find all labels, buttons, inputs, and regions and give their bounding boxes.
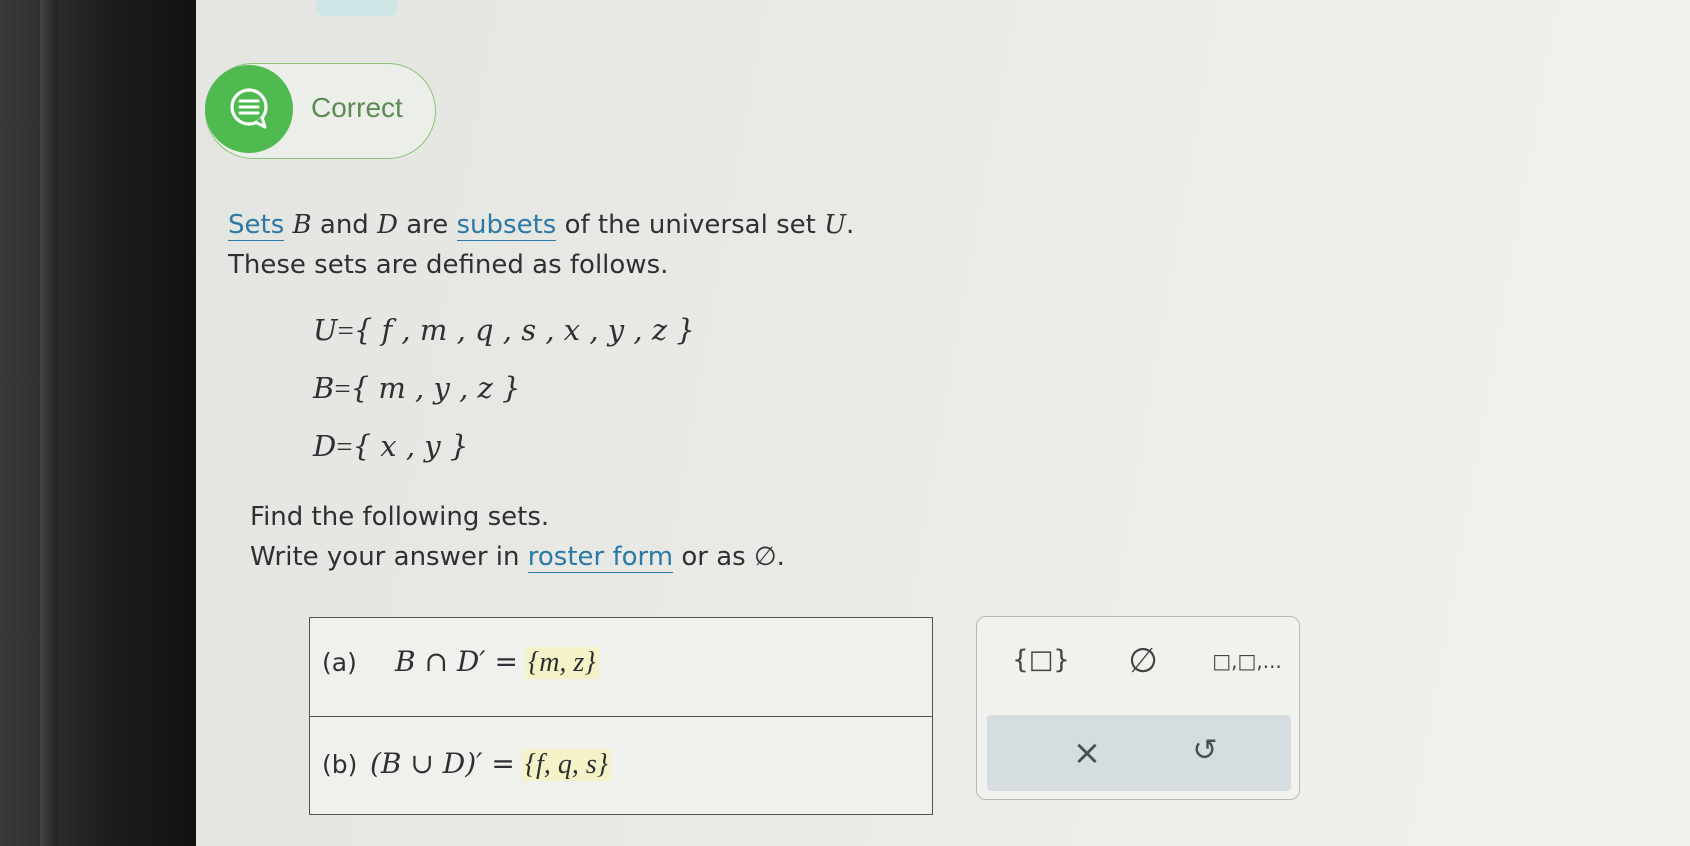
roster-form-link[interactable]: roster form (527, 542, 674, 573)
intro-line-1: Sets B and D are subsets of the universa… (228, 205, 854, 245)
answer-expression-text: (B ∪ D)′ = (370, 747, 515, 780)
problem-intro: Sets B and D are subsets of the universa… (228, 205, 854, 285)
definition-lhs: B (313, 371, 335, 405)
definition-rhs: { m , y , z } (350, 371, 521, 405)
intro-are: are (397, 210, 457, 240)
definition-rhs: { f , m , q , s , x , y , z } (353, 313, 695, 347)
definition-lhs: D (313, 429, 337, 463)
clear-button[interactable]: × (1067, 733, 1107, 773)
intro-line-2: These sets are defined as follows. (228, 250, 669, 280)
set-b-symbol: B (292, 210, 312, 240)
answer-expression: B ∩ D′ = {m, z} (395, 645, 599, 679)
intro-period: . (846, 210, 855, 240)
intro-universal: of the universal set (556, 210, 825, 240)
answer-input-a[interactable]: {m, z} (525, 647, 599, 679)
undo-button[interactable]: ↺ (1185, 733, 1225, 768)
instructions-line-1: Find the following sets. (250, 502, 550, 532)
instructions-end: . (776, 542, 785, 572)
instructions: Find the following sets. Write your answ… (250, 497, 785, 577)
definition-u: U={ f , m , q , s , x , y , z } (313, 313, 695, 347)
set-definitions: U={ f , m , q , s , x , y , z } B={ m , … (313, 310, 695, 484)
empty-set-button[interactable]: ∅ (1117, 641, 1169, 681)
subsets-link[interactable]: subsets (456, 210, 557, 241)
definition-b: B={ m , y , z } (313, 371, 521, 405)
answer-expression-text: B ∩ D′ = (395, 645, 519, 678)
set-braces-button[interactable]: {□} (1011, 645, 1071, 675)
instructions-or-as: or as (673, 542, 754, 572)
empty-set-symbol: ∅ (754, 542, 777, 572)
answer-expression: (B ∪ D)′ = {f, q, s} (370, 747, 611, 781)
chat-bubble-icon (230, 88, 268, 129)
monitor-bezel-edge (40, 0, 58, 846)
definition-d: D={ x , y } (313, 429, 469, 463)
math-keypad: {□} ∅ □,□,... × ↺ (976, 616, 1300, 800)
definition-lhs: U (313, 313, 338, 347)
keypad-action-bar: × ↺ (987, 715, 1291, 791)
instructions-line-2: Write your answer in roster form or as ∅… (250, 537, 785, 577)
answer-row-b: (b) (B ∪ D)′ = {f, q, s} (310, 717, 932, 815)
sets-link[interactable]: Sets (228, 210, 285, 241)
intro-and: and (311, 210, 378, 240)
top-tab[interactable] (316, 0, 398, 16)
correct-label: Correct (311, 92, 403, 123)
correct-badge[interactable] (205, 65, 293, 153)
set-u-symbol: U (824, 210, 846, 240)
list-elements-button[interactable]: □,□,... (1209, 649, 1285, 673)
answer-table: (a) B ∩ D′ = {m, z} (b) (B ∪ D)′ = {f, q… (309, 617, 933, 815)
answer-row-a: (a) B ∩ D′ = {m, z} (310, 618, 932, 717)
answer-input-b[interactable]: {f, q, s} (521, 749, 611, 781)
monitor-bezel (0, 0, 200, 846)
answer-label: (a) (322, 648, 357, 677)
instructions-prefix: Write your answer in (250, 542, 528, 572)
set-d-symbol: D (377, 210, 398, 240)
definition-rhs: { x , y } (352, 429, 469, 463)
answer-label: (b) (322, 750, 358, 779)
